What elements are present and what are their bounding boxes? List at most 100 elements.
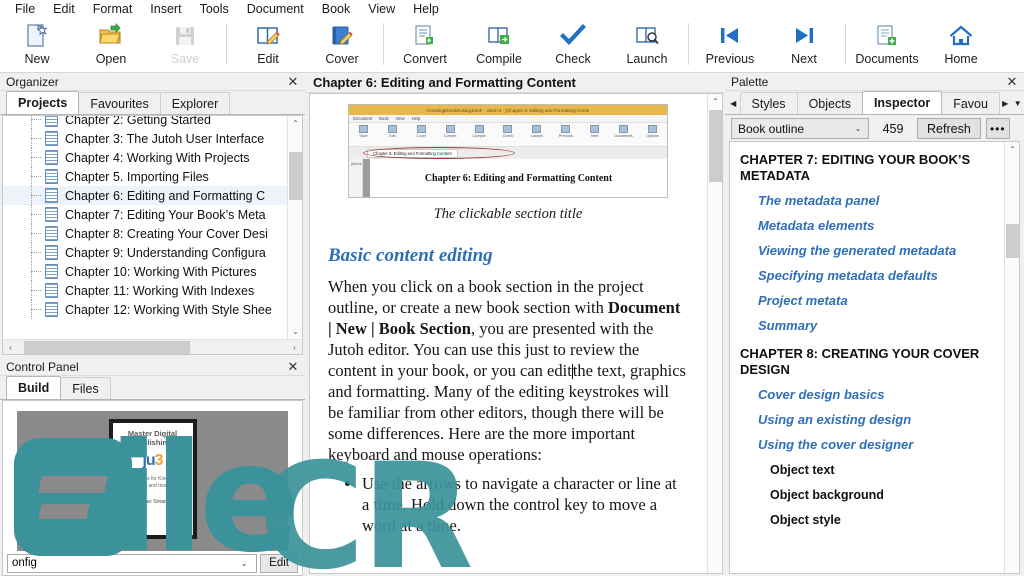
menu-item-book[interactable]: Book	[313, 0, 360, 18]
toolbar-label-edit: Edit	[257, 52, 279, 66]
outline-section[interactable]: Cover design basics	[758, 387, 997, 403]
tab-objects[interactable]: Objects	[796, 92, 863, 114]
toolbar-button-open[interactable]: Open	[74, 20, 148, 72]
tree-item[interactable]: Chapter 12: Working With Style Shee	[3, 300, 302, 319]
tab-files[interactable]: Files	[60, 377, 111, 399]
build-preview[interactable]: Master Digital Publishing ju3 Create ebo…	[2, 400, 303, 576]
tree-item[interactable]: Chapter 4: Working With Projects	[3, 148, 302, 167]
tab-scroll-right-icon[interactable]: ▶	[999, 92, 1012, 114]
toolbar-button-edit[interactable]: Edit	[231, 20, 305, 72]
tab-build[interactable]: Build	[6, 376, 62, 399]
toolbar-button-check[interactable]: Check	[536, 20, 610, 72]
outline-section[interactable]: Project metata	[758, 293, 997, 309]
outline-vertical-scrollbar[interactable]: ⌃	[1004, 142, 1019, 573]
toolbar-button-previous[interactable]: Previous	[693, 20, 767, 72]
toolbar-button-convert[interactable]: Convert	[388, 20, 462, 72]
config-edit-button[interactable]: Edit	[260, 553, 298, 573]
organizer-close-icon[interactable]: ✕	[285, 74, 301, 90]
tab-explorer[interactable]: Explorer	[159, 92, 231, 114]
menu-item-edit[interactable]: Edit	[44, 0, 84, 18]
toolbar-button-save[interactable]: Save	[148, 20, 222, 72]
tab-scroll-left-icon[interactable]: ◀	[727, 92, 740, 114]
tree-item[interactable]: Chapter 5. Importing Files	[3, 167, 302, 186]
tree-item[interactable]: Chapter 10: Working With Pictures	[3, 262, 302, 281]
hscrollbar-thumb[interactable]	[24, 340, 190, 354]
tab-inspector[interactable]: Inspector	[861, 91, 943, 114]
toolbar-button-cover[interactable]: Cover	[305, 20, 379, 72]
embedded-tool-icon	[358, 125, 368, 133]
outline-subitem[interactable]: Object background	[770, 487, 997, 503]
tree-item[interactable]: Chapter 7: Editing Your Book’s Meta	[3, 205, 302, 224]
scrollbar-thumb[interactable]	[1006, 224, 1019, 258]
menu-item-document[interactable]: Document	[238, 0, 313, 18]
refresh-button[interactable]: Refresh	[917, 118, 981, 139]
toolbar-button-home[interactable]: Home	[924, 20, 998, 72]
chevron-down-icon[interactable]: ⌄	[236, 555, 252, 572]
embedded-menu-document: Document	[353, 116, 373, 121]
tree-item[interactable]: Chapter 3: The Jutoh User Interface	[3, 129, 302, 148]
menu-item-view[interactable]: View	[359, 0, 404, 18]
scroll-up-icon[interactable]: ⌃	[1005, 142, 1019, 157]
toolbar-button-compile[interactable]: Compile	[462, 20, 536, 72]
configuration-dropdown[interactable]: onfig ⌄	[7, 553, 258, 573]
scroll-down-icon[interactable]: ⌄	[288, 324, 302, 339]
tree-item-label: Chapter 7: Editing Your Book’s Meta	[65, 207, 266, 222]
menu-item-tools[interactable]: Tools	[191, 0, 238, 18]
book-outline-list[interactable]: CHAPTER 7: EDITING YOUR BOOK’S METADATA …	[729, 141, 1020, 574]
document-editor[interactable]: CreatingEbooksUsingJutoh - Jutoh 3 - [Ch…	[309, 93, 723, 574]
scrollbar-thumb[interactable]	[289, 152, 302, 200]
toolbar-button-new[interactable]: New	[0, 20, 74, 72]
tab-projects[interactable]: Projects	[6, 91, 80, 114]
toolbar-button-next[interactable]: Next	[767, 20, 841, 72]
outline-subitem[interactable]: Object style	[770, 512, 997, 528]
body-paragraph[interactable]: When you click on a book section in the …	[328, 276, 688, 465]
tab-list-menu-icon[interactable]: ▼	[1011, 92, 1024, 114]
menu-item-help[interactable]: Help	[404, 0, 448, 18]
application-window: File Edit Format Insert Tools Document B…	[0, 0, 1024, 576]
scroll-left-icon[interactable]: ‹	[3, 340, 18, 355]
toolbar-button-launch[interactable]: Launch	[610, 20, 684, 72]
outline-section[interactable]: Specifying metadata defaults	[758, 268, 997, 284]
document-page[interactable]: CreatingEbooksUsingJutoh - Jutoh 3 - [Ch…	[310, 94, 706, 573]
project-tree[interactable]: Chapter 2: Getting Started Chapter 3: Th…	[2, 115, 303, 355]
outline-section[interactable]: Summary	[758, 318, 997, 334]
tree-item[interactable]: Chapter 8: Creating Your Cover Desi	[3, 224, 302, 243]
tree-item-selected[interactable]: Chapter 6: Editing and Formatting C	[3, 186, 302, 205]
tab-favourites-palette[interactable]: Favou	[941, 92, 1000, 114]
tree-horizontal-scrollbar[interactable]: ‹ ›	[3, 339, 302, 354]
scroll-up-icon[interactable]: ⌃	[288, 116, 302, 131]
tree-item[interactable]: Chapter 2: Getting Started	[3, 116, 302, 129]
tree-item[interactable]: Chapter 11: Working With Indexes	[3, 281, 302, 300]
document-vertical-scrollbar[interactable]: ⌃	[707, 94, 722, 573]
outline-mode-dropdown[interactable]: Book outline ⌄	[731, 118, 869, 139]
scroll-right-icon[interactable]: ›	[287, 340, 302, 355]
scrollbar-thumb[interactable]	[709, 110, 722, 182]
outline-subitem[interactable]: Object text	[770, 462, 997, 478]
hscroll-track[interactable]	[18, 340, 287, 354]
embedded-tool: Next	[582, 125, 608, 138]
outline-section[interactable]: Using an existing design	[758, 412, 997, 428]
outline-section[interactable]: The metadata panel	[758, 193, 997, 209]
tree-vertical-scrollbar[interactable]: ⌃ ⌄	[287, 116, 302, 339]
menu-item-file[interactable]: File	[6, 0, 44, 18]
tree-item-label: Chapter 11: Working With Indexes	[65, 283, 255, 298]
embedded-tool: Cover	[408, 125, 434, 138]
toolbar-separator-3	[688, 23, 689, 65]
menu-item-insert[interactable]: Insert	[141, 0, 190, 18]
more-options-button[interactable]: •••	[985, 118, 1010, 139]
chevron-down-icon[interactable]: ⌄	[850, 124, 866, 133]
tab-favourites[interactable]: Favourites	[78, 92, 161, 114]
outline-section[interactable]: Metadata elements	[758, 218, 997, 234]
toolbar-button-documents[interactable]: Documents	[850, 20, 924, 72]
tree-item[interactable]: Chapter 9: Understanding Configura	[3, 243, 302, 262]
tab-styles[interactable]: Styles	[739, 92, 798, 114]
outline-chapter[interactable]: CHAPTER 7: EDITING YOUR BOOK’S METADATA	[740, 152, 997, 184]
outline-section[interactable]: Viewing the generated metadata	[758, 243, 997, 259]
project-tree-scrollarea: Chapter 2: Getting Started Chapter 3: Th…	[3, 116, 302, 339]
scroll-up-icon[interactable]: ⌃	[708, 94, 722, 109]
outline-section[interactable]: Using the cover designer	[758, 437, 997, 453]
palette-close-icon[interactable]: ✕	[1004, 74, 1020, 90]
control-panel-close-icon[interactable]: ✕	[285, 359, 301, 375]
menu-item-format[interactable]: Format	[84, 0, 142, 18]
outline-chapter[interactable]: CHAPTER 8: CREATING YOUR COVER DESIGN	[740, 346, 997, 378]
